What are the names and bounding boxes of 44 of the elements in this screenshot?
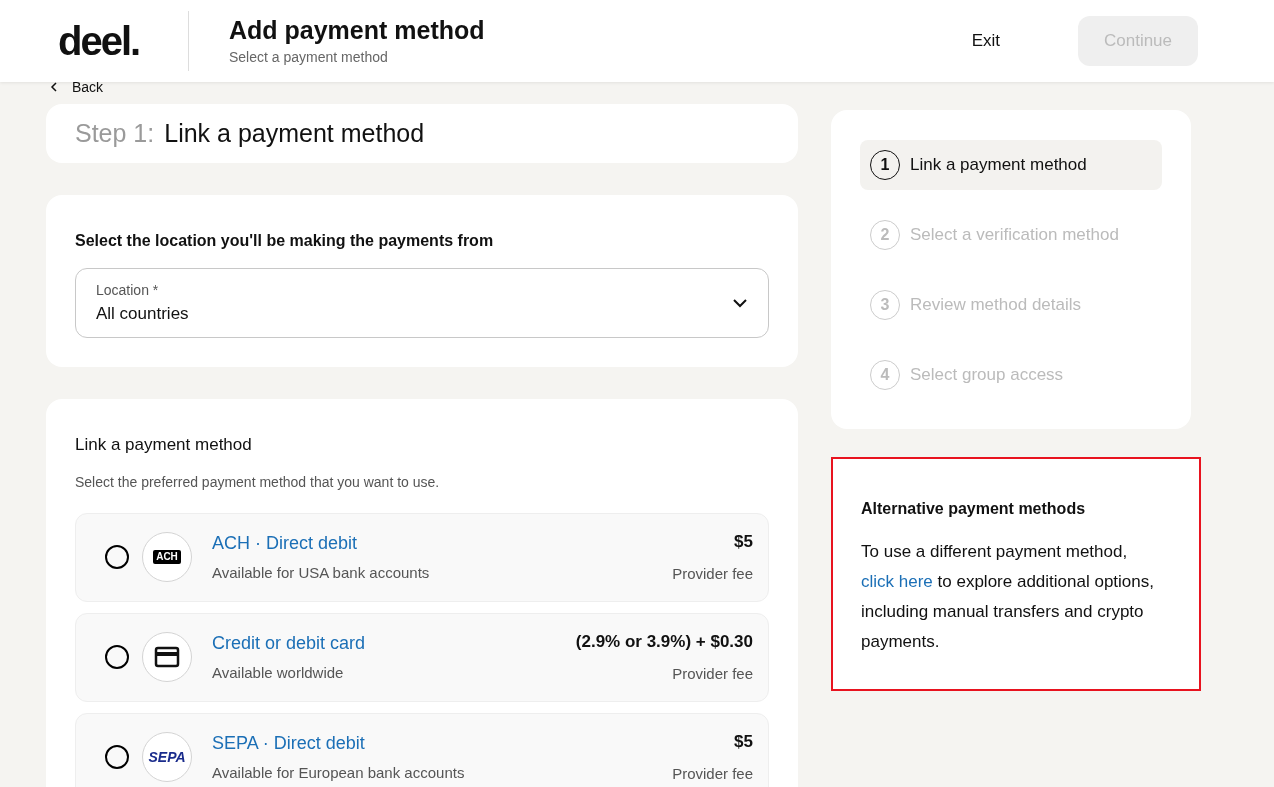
- step-label: Review method details: [910, 294, 1082, 317]
- step-prefix: Step 1:: [75, 117, 155, 149]
- alternative-text: To use a different payment method, click here to explore additional options, including manual transfers and crypto payments.: [861, 541, 1155, 653]
- location-value: All countries: [96, 302, 189, 325]
- step-label: Select a verification method: [910, 224, 1119, 247]
- sepa-logo-text: SEPA: [148, 747, 186, 767]
- exit-button[interactable]: Exit: [963, 24, 1008, 58]
- payment-method-option[interactable]: ACH ACH · Direct debit Available for USA bank accounts $5 Provider fee: [75, 512, 769, 602]
- fee-label: Provider fee: [672, 763, 753, 784]
- page-title: Add payment method: [229, 14, 485, 45]
- methods-title: Link a payment method: [75, 434, 253, 456]
- click-here-link[interactable]: click here: [861, 572, 933, 591]
- fee-amount: $5: [734, 531, 753, 553]
- credit-card-icon: [154, 646, 180, 668]
- radio-button[interactable]: [105, 545, 129, 569]
- radio-button[interactable]: [105, 745, 129, 769]
- method-name: Credit or debit card: [212, 631, 366, 655]
- step-title: Link a payment method: [164, 117, 425, 149]
- chevron-left-icon: [50, 82, 58, 92]
- location-label: Location *: [96, 280, 160, 300]
- fee-label: Provider fee: [672, 563, 753, 584]
- chevron-down-icon: [732, 298, 748, 308]
- step-item[interactable]: 1 Link a payment method: [860, 140, 1162, 190]
- step-label: Link a payment method: [910, 154, 1087, 177]
- fee-label: Provider fee: [672, 663, 753, 684]
- method-description: Available for European bank accounts: [212, 762, 465, 783]
- fee-amount: (2.9% or 3.9%) + $0.30: [575, 631, 753, 653]
- fee-amount: $5: [734, 731, 753, 753]
- step-label: Select group access: [910, 364, 1064, 387]
- method-description: Available worldwide: [212, 662, 345, 683]
- methods-subtitle: Select the preferred payment method that you want to use.: [75, 472, 441, 492]
- page-subtitle: Select a payment method: [229, 47, 389, 67]
- method-name: ACH · Direct debit: [212, 531, 359, 555]
- payment-method-option[interactable]: SEPA SEPA · Direct debit Available for European bank accounts $5 Provider fee: [75, 712, 769, 787]
- method-name: SEPA · Direct debit: [212, 731, 366, 755]
- method-description: Available for USA bank accounts: [212, 562, 430, 583]
- location-heading: Select the location you'll be making the payments from: [75, 231, 495, 251]
- radio-button[interactable]: [105, 645, 129, 669]
- ach-logo-text: ACH: [153, 550, 181, 564]
- back-link[interactable]: Back: [50, 80, 104, 94]
- alternative-title: Alternative payment methods: [861, 499, 1087, 519]
- location-dropdown[interactable]: Location * All countries: [75, 268, 769, 338]
- payment-method-option[interactable]: Credit or debit card Available worldwide (2.9% or 3.9%) + $0.30 Provider fee: [75, 612, 769, 702]
- deel-logo: deel.: [58, 18, 141, 65]
